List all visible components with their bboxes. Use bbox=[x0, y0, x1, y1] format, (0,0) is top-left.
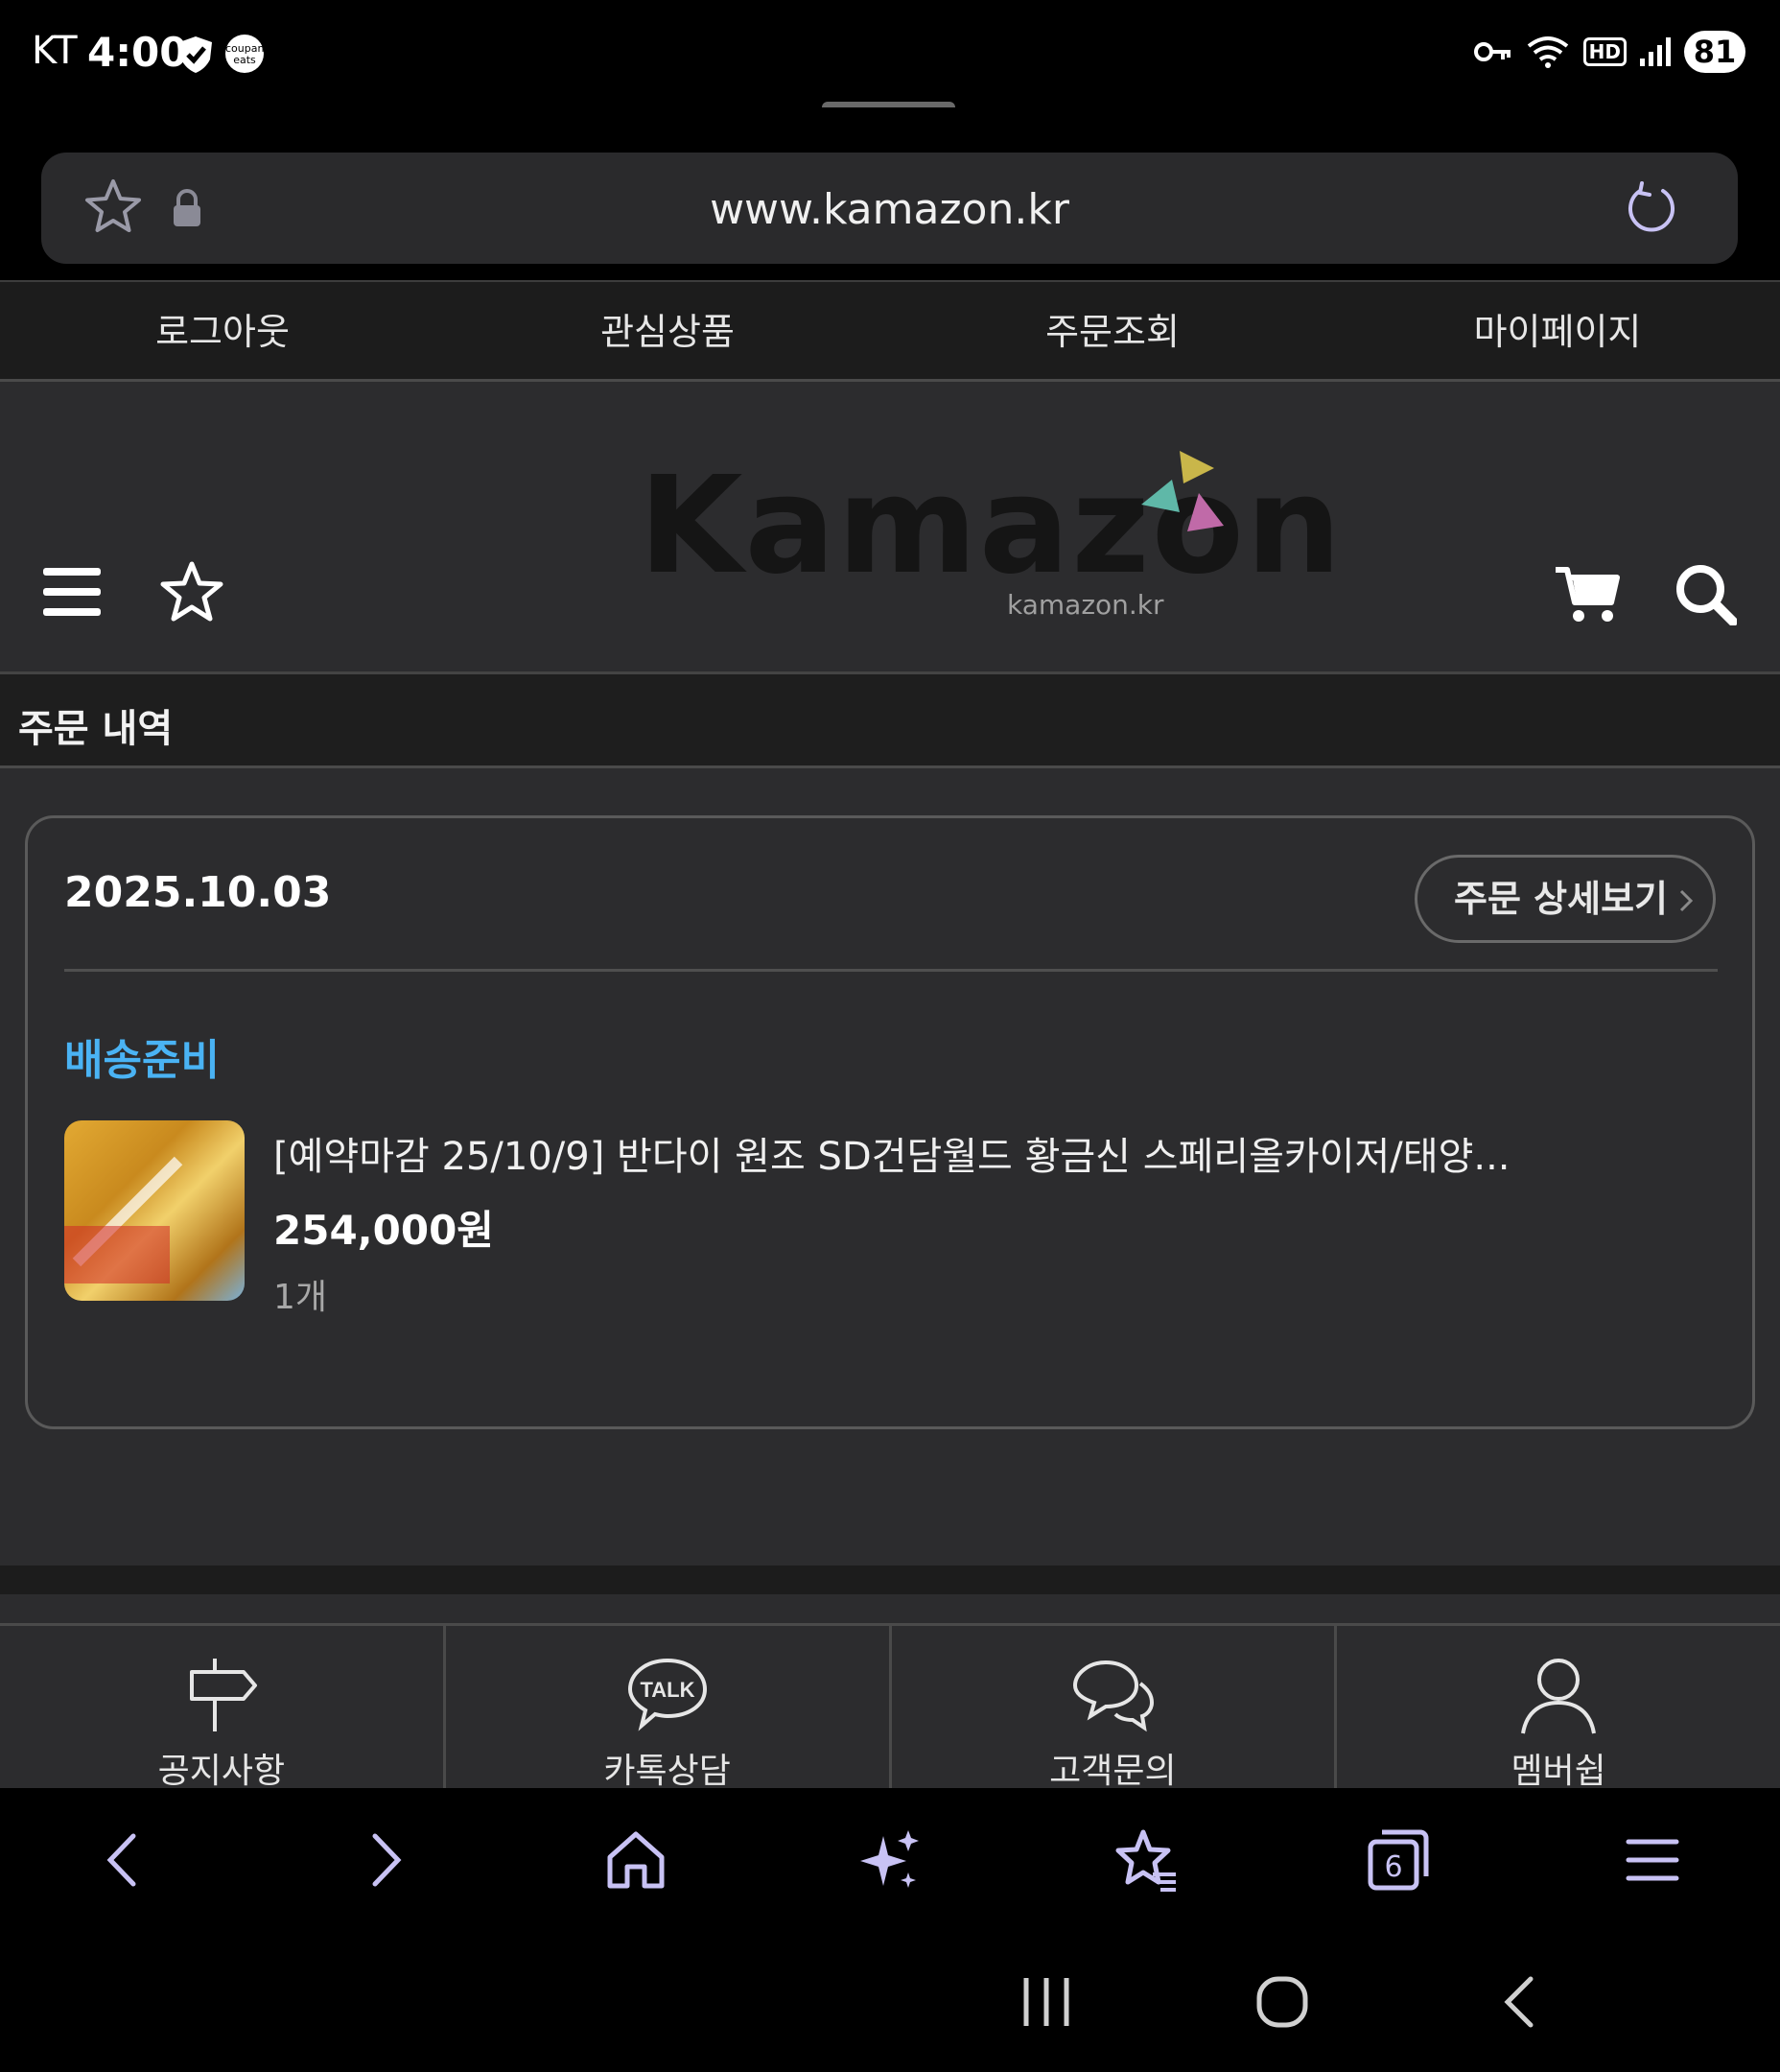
logo-triangles-icon bbox=[1141, 451, 1224, 531]
reload-icon[interactable] bbox=[1623, 179, 1680, 237]
status-bar: KT 4:00 coupang eats HD 81 bbox=[0, 0, 1780, 107]
bottom-nav: 공지사항 TALK 카톡상담 고객문의 멤버쉽 bbox=[0, 1623, 1780, 1791]
system-nav-bar bbox=[0, 1930, 1780, 2072]
carrier-label: KT bbox=[32, 29, 78, 73]
shield-check-icon bbox=[179, 36, 212, 73]
logo-subtitle: kamazon.kr bbox=[1007, 589, 1164, 621]
vpn-key-icon bbox=[1473, 42, 1511, 61]
browser-toolbar: 6 bbox=[0, 1788, 1780, 1930]
order-detail-label: 주문 상세보기 bbox=[1454, 878, 1668, 920]
chat-bubbles-icon bbox=[1073, 1660, 1155, 1732]
bottom-nav-label: 공지사항 bbox=[157, 1752, 286, 1791]
product-quantity: 1개 bbox=[273, 1278, 328, 1317]
top-nav: 로그아웃 관심상품 주문조회 마이페이지 bbox=[0, 280, 1780, 382]
tabs-icon[interactable]: 6 bbox=[1365, 1826, 1432, 1894]
order-detail-button[interactable]: 주문 상세보기 bbox=[1415, 855, 1716, 943]
shipping-status: 배송준비 bbox=[64, 1036, 220, 1085]
tab-count: 6 bbox=[1384, 1850, 1402, 1884]
coupang-eats-icon: coupang eats bbox=[225, 35, 270, 73]
more-menu-icon[interactable] bbox=[1619, 1826, 1686, 1894]
web-page: 로그아웃 관심상품 주문조회 마이페이지 Kamazon kamazon.kr … bbox=[0, 280, 1780, 1791]
product-price: 254,000원 bbox=[273, 1207, 494, 1254]
back-icon[interactable] bbox=[91, 1826, 158, 1894]
url-text[interactable]: www.kamazon.kr bbox=[41, 185, 1738, 234]
bottom-nav-notice[interactable]: 공지사항 bbox=[0, 1626, 446, 1791]
bottom-nav-kakao[interactable]: TALK 카톡상담 bbox=[446, 1626, 892, 1791]
sparkle-ai-icon[interactable] bbox=[856, 1826, 924, 1894]
bottom-nav-label: 고객문의 bbox=[1049, 1752, 1177, 1791]
hd-icon: HD bbox=[1582, 37, 1627, 66]
talk-icon-text: TALK bbox=[640, 1678, 694, 1702]
product-thumbnail[interactable] bbox=[64, 1120, 245, 1301]
bottom-nav-label: 카톡상담 bbox=[603, 1752, 731, 1791]
kakao-talk-icon: TALK bbox=[627, 1658, 707, 1731]
divider bbox=[0, 1566, 1780, 1594]
home-icon[interactable] bbox=[602, 1826, 669, 1894]
nav-wishlist[interactable]: 관심상품 bbox=[445, 282, 890, 379]
status-icons: HD 81 bbox=[1473, 31, 1745, 73]
chevron-right-icon bbox=[1679, 889, 1694, 912]
site-logo[interactable]: Kamazon bbox=[639, 448, 1344, 604]
bottom-nav-inquiry[interactable]: 고객문의 bbox=[892, 1626, 1338, 1791]
system-back-icon[interactable] bbox=[1496, 1976, 1544, 2028]
product-name[interactable]: [예약마감 25/10/9] 반다이 원조 SD건담월드 황금신 스페리올카이저… bbox=[273, 1125, 1511, 1181]
bottom-nav-membership[interactable]: 멤버쉽 bbox=[1337, 1626, 1780, 1791]
home-button-icon[interactable] bbox=[1256, 1976, 1308, 2028]
user-icon bbox=[1521, 1659, 1597, 1734]
search-icon[interactable] bbox=[1674, 562, 1737, 625]
divider bbox=[64, 969, 1718, 972]
order-card: 2025.10.03 주문 상세보기 배송준비 [예약마감 25/10/9] 반… bbox=[25, 815, 1755, 1429]
menu-hamburger-icon[interactable] bbox=[43, 568, 101, 616]
nav-mypage[interactable]: 마이페이지 bbox=[1335, 282, 1780, 379]
section-header: 주문 내역 bbox=[0, 674, 1780, 768]
thumbnail-decor bbox=[64, 1226, 170, 1283]
order-date: 2025.10.03 bbox=[64, 868, 332, 917]
recent-apps-icon[interactable] bbox=[1022, 1976, 1070, 2028]
signal-icon bbox=[1640, 37, 1671, 66]
battery-indicator: 81 bbox=[1684, 31, 1745, 73]
nav-order-lookup[interactable]: 주문조회 bbox=[890, 282, 1335, 379]
page-title: 주문 내역 bbox=[18, 707, 174, 751]
cart-icon[interactable] bbox=[1554, 566, 1621, 624]
forward-icon[interactable] bbox=[350, 1826, 417, 1894]
browser-address-area: www.kamazon.kr bbox=[0, 107, 1780, 280]
signpost-icon bbox=[189, 1659, 257, 1731]
favorite-star-icon[interactable] bbox=[159, 560, 224, 624]
wifi-icon bbox=[1527, 36, 1568, 68]
address-bar[interactable]: www.kamazon.kr bbox=[41, 153, 1738, 264]
bookmarks-icon[interactable] bbox=[1112, 1826, 1180, 1894]
nav-logout[interactable]: 로그아웃 bbox=[0, 282, 445, 379]
clock: 4:00 bbox=[87, 29, 188, 76]
bottom-nav-label: 멤버쉽 bbox=[1511, 1752, 1606, 1791]
